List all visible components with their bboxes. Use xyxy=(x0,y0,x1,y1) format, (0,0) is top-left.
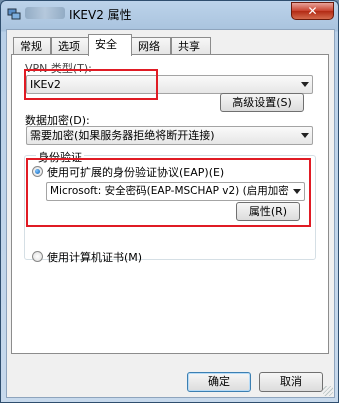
tab-label: 网络 xyxy=(138,40,160,53)
window-title: IKEV2 属性 xyxy=(69,8,132,22)
close-icon: ✕ xyxy=(307,4,318,18)
highlight-box-vpn-type xyxy=(24,69,158,100)
chevron-down-icon xyxy=(301,82,309,87)
close-button[interactable]: ✕ xyxy=(291,2,334,20)
redacted-connection-name xyxy=(25,7,65,19)
tab-sharing[interactable]: 共享 xyxy=(171,37,211,55)
chevron-down-icon xyxy=(301,133,309,138)
advanced-settings-label: 高级设置(S) xyxy=(232,96,292,109)
advanced-settings-button[interactable]: 高级设置(S) xyxy=(220,93,304,112)
data-encryption-select[interactable]: 需要加密(如果服务器拒绝将断开连接) xyxy=(26,126,313,145)
title-bar[interactable]: IKEV2 属性 ✕ xyxy=(1,1,338,27)
cancel-button[interactable]: 取消 xyxy=(259,372,323,392)
certificate-radio-label[interactable]: 使用计算机证书(M) xyxy=(47,249,142,265)
certificate-radio[interactable] xyxy=(32,251,43,262)
network-connection-icon xyxy=(7,8,21,20)
tab-label: 常规 xyxy=(20,40,42,53)
tab-label: 安全 xyxy=(95,38,117,51)
tab-strip: 常规 选项 安全 网络 共享 xyxy=(11,34,331,56)
dialog-window: IKEV2 属性 ✕ 常规 选项 安全 网络 共享 VPN 类型(T): IKE… xyxy=(0,0,339,403)
data-encryption-value: 需要加密(如果服务器拒绝将断开连接) xyxy=(30,129,215,142)
resize-grip[interactable] xyxy=(323,386,333,396)
tab-general[interactable]: 常规 xyxy=(13,37,51,55)
tab-label: 共享 xyxy=(178,40,200,53)
tab-label: 选项 xyxy=(58,40,80,53)
dialog-client-area: 常规 选项 安全 网络 共享 VPN 类型(T): IKEv2 高级设置(S) … xyxy=(6,29,335,398)
tab-network[interactable]: 网络 xyxy=(131,37,171,55)
tab-options[interactable]: 选项 xyxy=(51,37,89,55)
security-tab-panel: VPN 类型(T): IKEv2 高级设置(S) 数据加密(D): 需要加密(如… xyxy=(11,54,329,354)
ok-label: 确定 xyxy=(208,375,230,388)
tab-security[interactable]: 安全 xyxy=(88,34,132,56)
highlight-box-eap xyxy=(26,158,311,227)
cancel-label: 取消 xyxy=(280,375,302,388)
ok-button[interactable]: 确定 xyxy=(187,372,251,392)
